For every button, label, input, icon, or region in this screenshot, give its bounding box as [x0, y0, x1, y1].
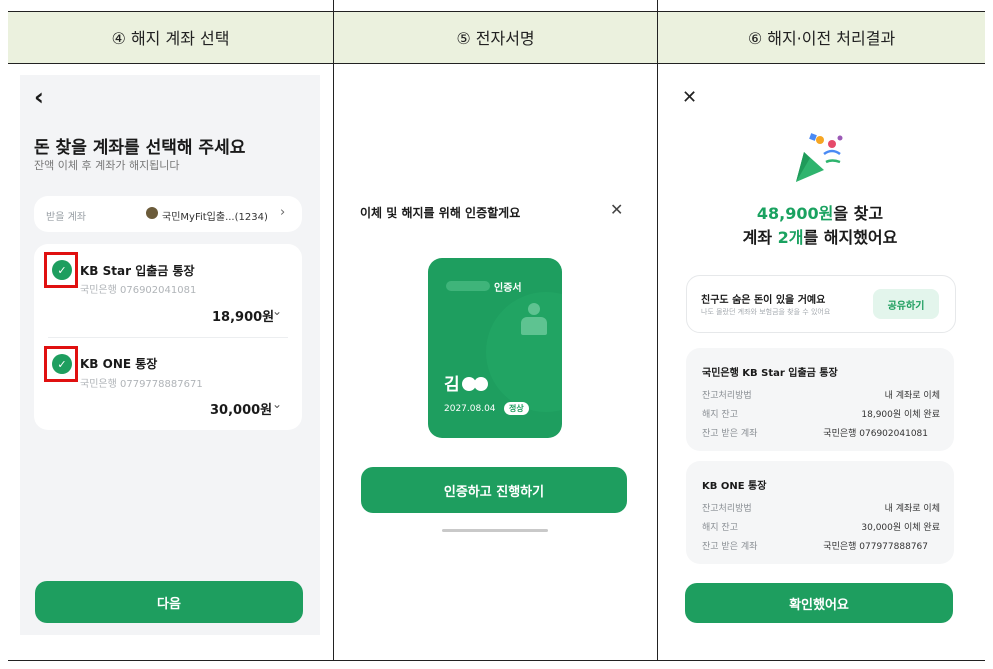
proceed-button[interactable]: 인증하고 진행하기 — [361, 467, 627, 513]
cert-expiry: 2027.08.04 — [444, 404, 496, 414]
confirm-button[interactable]: 확인했어요 — [685, 583, 953, 623]
screen-result: ✕ 48,900원을 찾고 계좌 2개를 해지했어요 친구도 숨은 돈이 있을 … — [670, 75, 970, 635]
cert-name: 김 — [444, 375, 460, 395]
header-step4: ④ 해지 계좌 선택 — [111, 29, 230, 48]
balance-value: 18,900원 이체 완료 — [861, 410, 940, 420]
receive-account-selector[interactable]: 받을 계좌 국민MyFit입출...(1234) › — [34, 196, 302, 232]
sheet-title: 이체 및 해지를 위해 인증할게요 — [360, 206, 521, 220]
status-badge: 정상 — [504, 402, 529, 415]
screen-select-account: ‹ 돈 찾을 계좌를 선택해 주세요 잔액 이체 후 계좌가 해지됩니다 받을 … — [20, 75, 320, 635]
balance-label: 해지 잔고 — [702, 410, 738, 420]
header-step5: ⑤ 전자서명 — [456, 29, 535, 48]
table-divider — [657, 0, 658, 661]
result-amount-line: 48,900원을 찾고 — [670, 200, 970, 224]
method-label: 잔고처리방법 — [702, 391, 752, 401]
target-value: 국민은행 077977888767 — [823, 542, 928, 552]
target-value: 국민은행 076902041081 — [823, 429, 928, 439]
highlight-box — [44, 252, 78, 288]
page-title: 돈 찾을 계좌를 선택해 주세요 — [34, 138, 246, 158]
result-card: 국민은행 KB Star 입출금 통장 잔고처리방법 내 계좌로 이체 해지 잔… — [686, 348, 954, 451]
result-card: KB ONE 통장 잔고처리방법 내 계좌로 이체 해지 잔고 30,000원 … — [686, 461, 954, 564]
result-count-suffix: 를 해지했어요 — [803, 228, 898, 247]
share-card: 친구도 숨은 돈이 있을 거예요 나도 몰랐던 계좌와 보험금을 찾을 수 있어… — [686, 275, 956, 333]
chevron-down-icon[interactable]: ⌄ — [272, 304, 282, 318]
chevron-down-icon[interactable]: ⌄ — [272, 397, 282, 411]
table-line — [8, 660, 985, 661]
receive-account: 국민MyFit입출...(1234) — [162, 212, 268, 223]
account-number: 국민은행 0779778887671 — [80, 379, 203, 390]
result-count-prefix: 계좌 — [742, 228, 778, 247]
balance-label: 해지 잔고 — [702, 523, 738, 533]
close-icon[interactable]: ✕ — [610, 200, 623, 219]
header-step6: ⑥ 해지·이전 처리결과 — [747, 29, 896, 48]
result-amount-suffix: 을 찾고 — [833, 204, 884, 223]
blurred-name — [446, 281, 490, 291]
share-button[interactable]: 공유하기 — [873, 289, 939, 319]
method-value: 내 계좌로 이체 — [884, 391, 940, 401]
account-number: 국민은행 076902041081 — [80, 285, 197, 296]
cert-label: 인증서 — [494, 283, 522, 294]
result-count: 2개 — [777, 228, 804, 247]
result-count-line: 계좌 2개를 해지했어요 — [670, 224, 970, 248]
chevron-right-icon: › — [280, 205, 286, 220]
account-name: KB Star 입출금 통장 — [80, 264, 195, 278]
result-amount: 48,900원 — [756, 204, 834, 223]
target-label: 잔고 받은 계좌 — [702, 429, 758, 439]
method-label: 잔고처리방법 — [702, 504, 752, 514]
table-line — [8, 63, 985, 64]
home-indicator — [442, 529, 548, 532]
screen-signature: 이체 및 해지를 위해 인증할게요 ✕ 인증서 김 2027.08.04 정상 … — [344, 75, 648, 635]
share-subtitle: 나도 몰랐던 계좌와 보험금을 찾을 수 있어요 — [701, 308, 831, 316]
method-value: 내 계좌로 이체 — [884, 504, 940, 514]
next-button[interactable]: 다음 — [35, 581, 303, 623]
result-card-title: 국민은행 KB Star 입출금 통장 — [702, 368, 838, 379]
account-amount: 30,000원 — [210, 403, 273, 418]
highlight-box — [44, 346, 78, 382]
bank-logo-icon — [146, 207, 158, 219]
share-title: 친구도 숨은 돈이 있을 거예요 — [701, 295, 826, 306]
account-name: KB ONE 통장 — [80, 357, 158, 371]
table-divider — [333, 0, 334, 661]
result-card-title: KB ONE 통장 — [702, 481, 767, 492]
target-label: 잔고 받은 계좌 — [702, 542, 758, 552]
close-icon[interactable]: ✕ — [682, 87, 697, 108]
person-icon — [521, 303, 547, 339]
page-subtitle: 잔액 이체 후 계좌가 해지됩니다 — [34, 159, 180, 172]
account-amount: 18,900원 — [212, 310, 275, 325]
receive-label: 받을 계좌 — [46, 212, 86, 223]
back-icon[interactable]: ‹ — [34, 83, 44, 111]
divider — [48, 337, 288, 338]
certificate-card[interactable]: 인증서 김 2027.08.04 정상 — [428, 258, 562, 438]
party-popper-icon — [796, 133, 843, 182]
cert-holder-name: 김 — [444, 370, 488, 395]
balance-value: 30,000원 이체 완료 — [861, 523, 940, 533]
